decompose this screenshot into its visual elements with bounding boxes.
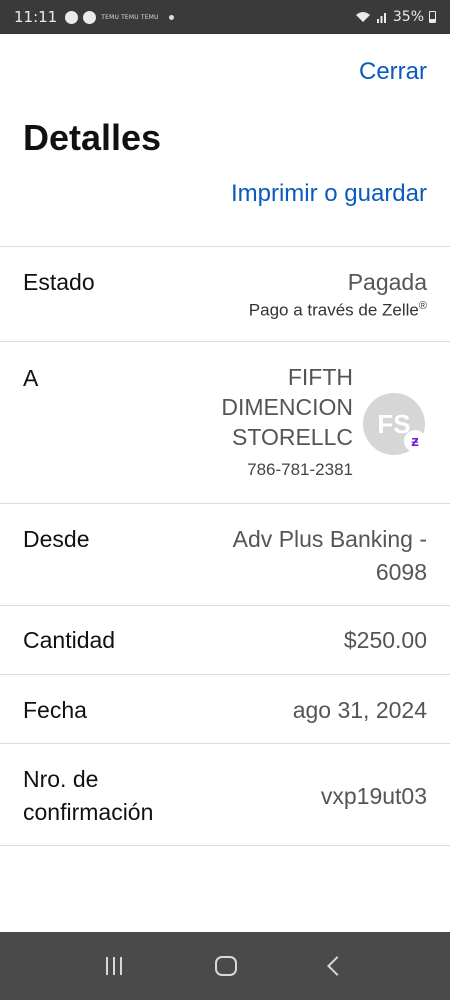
status-time: 11:11 <box>14 8 58 26</box>
divider <box>0 503 450 504</box>
close-button[interactable]: Cerrar <box>359 58 427 86</box>
divider <box>0 674 450 675</box>
battery-percentage: 35% <box>392 9 424 25</box>
recipient-name: FIFTH DIMENCION STORELLC <box>173 362 353 452</box>
status-right: 35% <box>355 9 436 25</box>
battery-icon <box>429 11 436 23</box>
temu-notification-icon: TEMU <box>101 13 120 21</box>
recipient-name-line: DIMENCION <box>221 394 353 420</box>
temu-notification-icon: TEMU <box>140 13 159 21</box>
print-or-save-button[interactable]: Imprimir o guardar <box>231 180 427 208</box>
recipient-phone: 786-781-2381 <box>247 460 353 479</box>
messenger-icon-2 <box>83 10 97 24</box>
from-label: Desde <box>23 526 90 552</box>
from-account-line2: 6098 <box>375 559 427 585</box>
divider <box>0 743 450 744</box>
amount-value: $250.00 <box>343 627 427 653</box>
wifi-icon <box>355 12 370 22</box>
status-label: Estado <box>23 269 95 295</box>
zelle-icon: ƶ <box>404 430 426 452</box>
amount-label: Cantidad <box>23 627 116 653</box>
more-notifications-icon <box>168 14 174 20</box>
date-value: ago 31, 2024 <box>292 697 427 723</box>
recent-apps-icon[interactable] <box>106 957 123 975</box>
date-label: Fecha <box>23 697 87 723</box>
registered-mark: ® <box>418 300 427 312</box>
recipient-name-line: STORELLC <box>231 424 353 450</box>
messenger-icon <box>65 10 79 24</box>
recipient-name-line: FIFTH <box>287 364 353 390</box>
divider <box>0 246 450 247</box>
home-icon[interactable] <box>214 956 237 976</box>
status-bar: 11:11 TEMU TEMU TEMU 35% <box>0 0 450 34</box>
page-title: Detalles <box>23 117 162 158</box>
divider <box>0 341 450 342</box>
back-icon[interactable] <box>326 956 347 976</box>
status-value: Pagada <box>347 269 427 295</box>
payment-method-text: Pago a través de Zelle <box>248 300 419 320</box>
recipient-label: A <box>23 365 39 391</box>
divider <box>0 845 450 846</box>
temu-notification-icon: TEMU <box>121 13 139 21</box>
confirmation-value: vxp19ut03 <box>320 783 427 809</box>
payment-method-note: Pago a través de Zelle® <box>249 300 427 321</box>
signal-icon <box>376 13 386 23</box>
divider <box>0 605 450 606</box>
system-nav-bar <box>0 932 450 1000</box>
confirmation-label-line2: confirmación <box>23 799 154 825</box>
from-account-line1: Adv Plus Banking - <box>232 526 427 552</box>
confirmation-label-line1: Nro. de <box>23 766 99 792</box>
